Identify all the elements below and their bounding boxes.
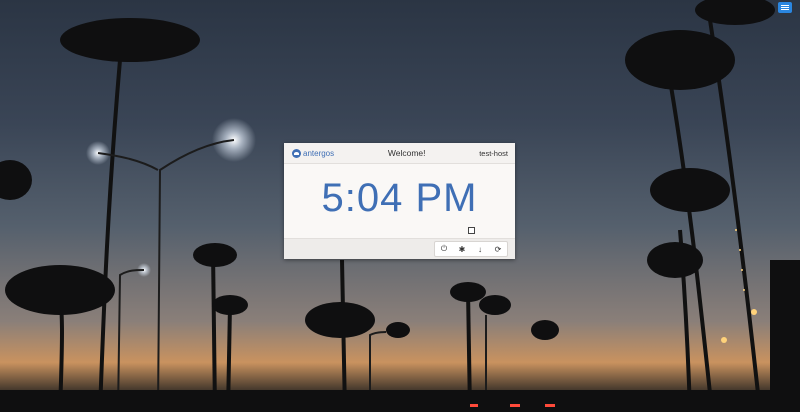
welcome-message: Welcome! — [387, 148, 426, 158]
clock-area: 5:04 PM — [284, 164, 515, 240]
hostname-label: test-host — [479, 148, 508, 158]
logo-text: antergos — [303, 148, 335, 158]
clock-badge-icon — [468, 227, 475, 234]
hibernate-button[interactable]: ↓ — [471, 242, 489, 256]
hibernate-icon: ↓ — [478, 244, 482, 254]
restart-button[interactable]: ⟳ — [489, 242, 507, 256]
antergos-logo: antergos — [292, 148, 335, 158]
suspend-icon: ✱ — [458, 244, 466, 254]
hamburger-menu-icon[interactable] — [778, 2, 792, 13]
suspend-button[interactable]: ✱ — [453, 242, 471, 256]
greeter-header: antergos Welcome! test-host — [284, 143, 515, 164]
power-icon: ⏻ — [440, 244, 448, 253]
power-button[interactable]: ⏻ — [435, 242, 453, 256]
power-actions: ⏻ ✱ ↓ ⟳ — [434, 241, 508, 257]
restart-icon: ⟳ — [494, 244, 502, 254]
greeter-footer: ⏻ ✱ ↓ ⟳ — [284, 238, 515, 259]
login-greeter-card: antergos Welcome! test-host 5:04 PM ⏻ ✱ … — [284, 143, 515, 259]
antergos-logo-icon — [292, 148, 301, 158]
clock-time: 5:04 PM — [321, 176, 478, 220]
